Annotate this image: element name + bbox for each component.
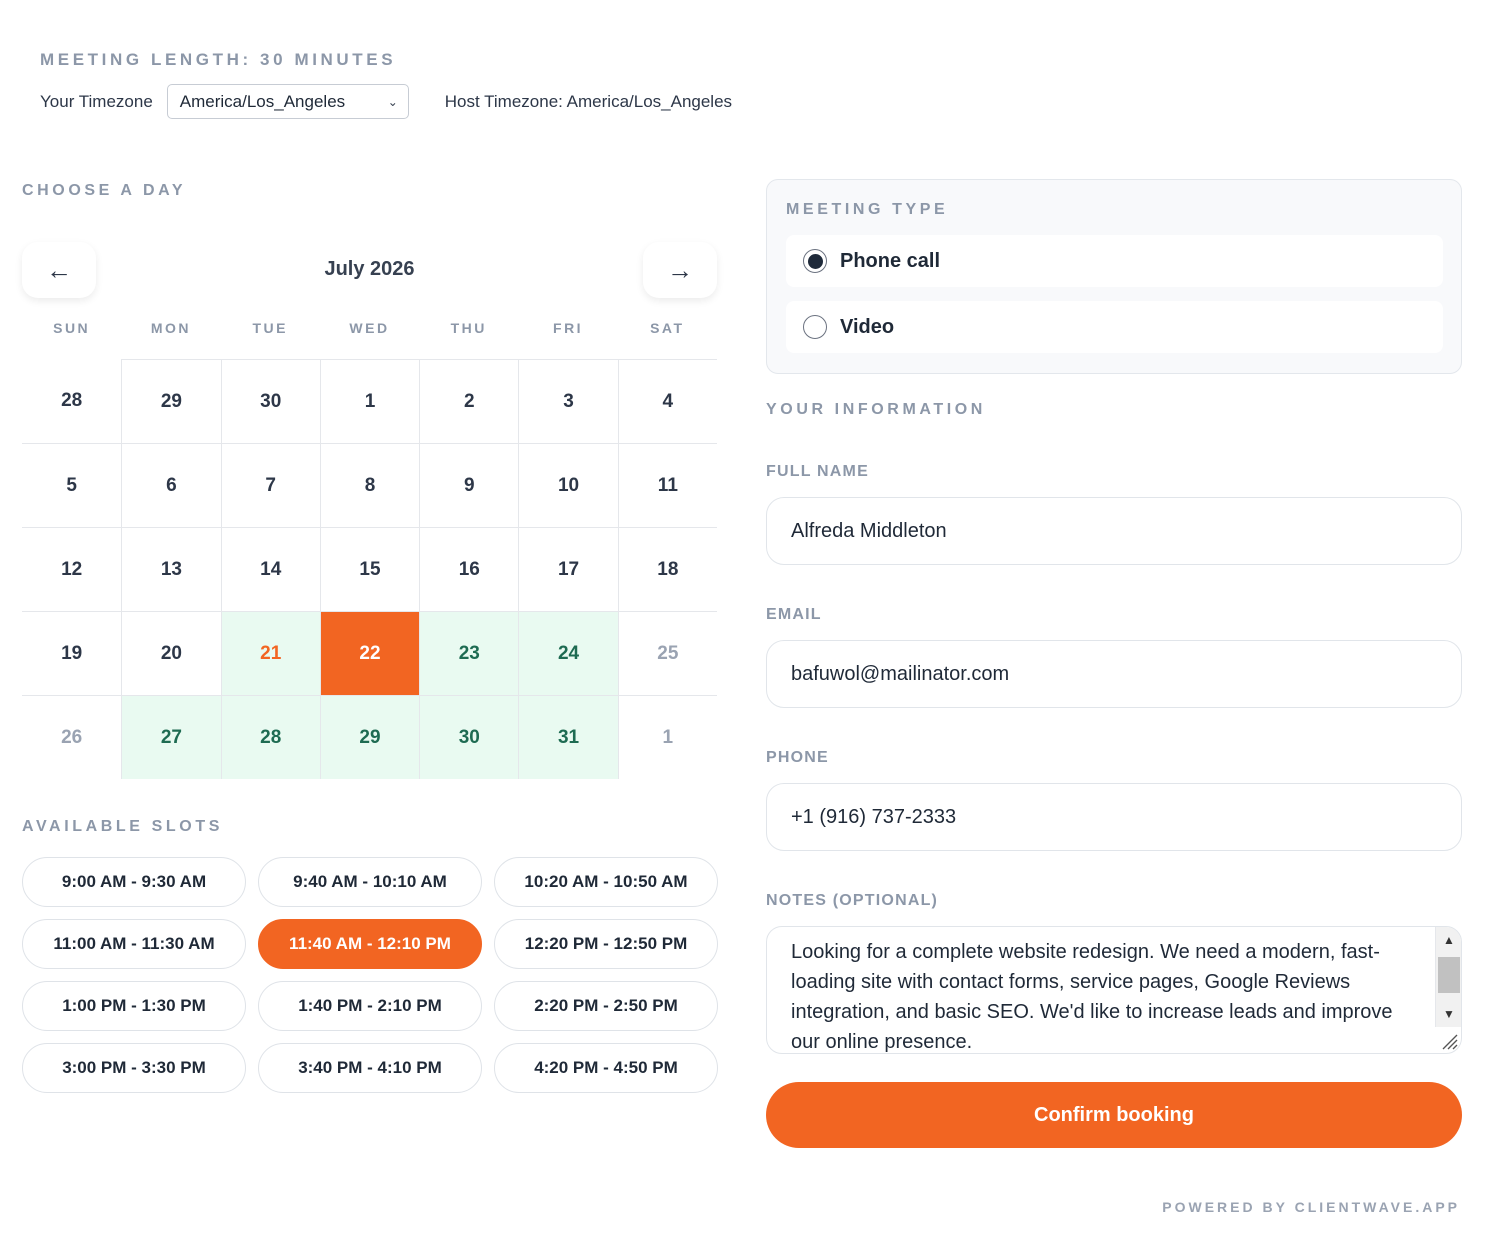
calendar-day[interactable]: 18: [617, 527, 717, 611]
calendar-day[interactable]: 13: [121, 527, 221, 611]
notes-scrollbar[interactable]: ▲ ▼: [1435, 927, 1461, 1027]
timezone-row: Your Timezone America/Los_Angeles ⌄ Host…: [40, 84, 732, 119]
meeting-type-heading: MEETING TYPE: [786, 201, 949, 218]
calendar-day[interactable]: 28: [220, 695, 320, 779]
calendar-day[interactable]: 30: [220, 359, 320, 443]
scroll-down-icon[interactable]: ▼: [1436, 1001, 1461, 1027]
meeting-length-label: MEETING LENGTH: 30 MINUTES: [40, 50, 397, 69]
calendar-day[interactable]: 28: [22, 359, 121, 443]
calendar-day[interactable]: 11: [617, 443, 717, 527]
calendar-day[interactable]: 24: [518, 611, 618, 695]
weekday-label: WED: [349, 320, 390, 336]
calendar-day: 25: [617, 611, 717, 695]
calendar-day[interactable]: 19: [22, 611, 122, 695]
meeting-type-option-label: Phone call: [840, 249, 941, 272]
meeting-type-option-phone[interactable]: Phone call: [786, 235, 1443, 287]
calendar-day[interactable]: 15: [319, 527, 420, 611]
calendar-day[interactable]: 31: [518, 695, 618, 779]
scrollbar-thumb[interactable]: [1438, 957, 1460, 993]
confirm-booking-button[interactable]: Confirm booking: [766, 1082, 1462, 1148]
host-timezone-label: Host Timezone: America/Los_Angeles: [444, 91, 733, 111]
calendar-day-selected[interactable]: 22: [319, 611, 420, 695]
calendar-day[interactable]: 8: [319, 443, 420, 527]
weekday-label: SAT: [650, 320, 685, 336]
arrow-right-icon: →: [667, 254, 693, 285]
calendar-day[interactable]: 27: [121, 695, 221, 779]
calendar-day[interactable]: 1: [319, 359, 420, 443]
time-slot[interactable]: 1:40 PM - 2:10 PM: [258, 981, 482, 1031]
timezone-select-value: America/Los_Angeles: [179, 91, 346, 111]
calendar-day[interactable]: 29: [319, 695, 420, 779]
calendar-day[interactable]: 23: [419, 611, 519, 695]
choose-day-heading: CHOOSE A DAY: [22, 182, 187, 199]
weekday-label: FRI: [553, 320, 584, 336]
calendar-day[interactable]: 5: [22, 443, 122, 527]
weekday-label: SUN: [53, 320, 91, 336]
time-slot[interactable]: 2:20 PM - 2:50 PM: [494, 981, 718, 1031]
radio-checked-icon[interactable]: [803, 249, 827, 273]
calendar-day[interactable]: 14: [220, 527, 320, 611]
weekday-label: THU: [450, 320, 487, 336]
calendar-day[interactable]: 16: [419, 527, 519, 611]
weekday-header: SUN MON TUE WED THU FRI SAT: [22, 320, 717, 336]
calendar-day[interactable]: 21: [220, 611, 320, 695]
notes-text: Looking for a complete website redesign.…: [791, 941, 1393, 1053]
full-name-input[interactable]: Alfreda Middleton: [766, 497, 1462, 565]
calendar-day[interactable]: 30: [419, 695, 519, 779]
calendar-day[interactable]: 3: [518, 359, 618, 443]
time-slot[interactable]: 1:00 PM - 1:30 PM: [22, 981, 246, 1031]
calendar-day[interactable]: 6: [121, 443, 221, 527]
radio-unchecked-icon[interactable]: [803, 315, 827, 339]
time-slot[interactable]: 4:20 PM - 4:50 PM: [494, 1043, 718, 1093]
time-slot[interactable]: 9:40 AM - 10:10 AM: [258, 857, 482, 907]
weekday-label: TUE: [252, 320, 288, 336]
scroll-up-icon[interactable]: ▲: [1436, 927, 1461, 953]
phone-input[interactable]: +1 (916) 737-2333: [766, 783, 1462, 851]
meeting-type-option-video[interactable]: Video: [786, 301, 1443, 353]
email-input[interactable]: bafuwol@mailinator.com: [766, 640, 1462, 708]
meeting-type-panel: MEETING TYPE Phone call Video: [766, 179, 1462, 374]
time-slot-selected[interactable]: 11:40 AM - 12:10 PM: [258, 919, 482, 969]
calendar-day[interactable]: 29: [121, 359, 221, 443]
time-slot[interactable]: 12:20 PM - 12:50 PM: [494, 919, 718, 969]
calendar-day[interactable]: 2: [419, 359, 519, 443]
powered-by-label: POWERED BY CLIENTWAVE.APP: [1162, 1199, 1460, 1215]
time-slot[interactable]: 11:00 AM - 11:30 AM: [22, 919, 246, 969]
phone-label: PHONE: [766, 749, 829, 766]
calendar-day[interactable]: 10: [518, 443, 618, 527]
weekday-label: MON: [150, 320, 191, 336]
calendar-day[interactable]: 4: [617, 359, 717, 443]
month-title: July 2026: [324, 258, 415, 280]
calendar-day[interactable]: 20: [121, 611, 221, 695]
next-month-button[interactable]: →: [643, 242, 717, 298]
calendar-grid: 28 29 30 1 2 3 4 5 6 7 8 9 10 11 12 13 14 15 16 17 18 19 20 21 2…: [22, 359, 717, 779]
meeting-type-option-label: Video: [840, 315, 895, 338]
chevron-down-icon: ⌄: [387, 94, 398, 109]
notes-label: NOTES (OPTIONAL): [766, 892, 939, 909]
your-timezone-label: Your Timezone: [40, 91, 153, 111]
timezone-select[interactable]: America/Los_Angeles ⌄: [166, 84, 409, 119]
calendar-day[interactable]: 17: [518, 527, 618, 611]
calendar-day: 26: [22, 695, 122, 779]
calendar-day[interactable]: 7: [220, 443, 320, 527]
time-slot[interactable]: 3:40 PM - 4:10 PM: [258, 1043, 482, 1093]
email-label: EMAIL: [766, 606, 822, 623]
calendar-day: 1: [617, 695, 717, 779]
slot-list: 9:00 AM - 9:30 AM 9:40 AM - 10:10 AM 10:20…: [22, 857, 718, 1093]
time-slot[interactable]: 3:00 PM - 3:30 PM: [22, 1043, 246, 1093]
calendar-day[interactable]: 12: [22, 527, 122, 611]
calendar-day[interactable]: 9: [419, 443, 519, 527]
full-name-label: FULL NAME: [766, 463, 869, 480]
time-slot[interactable]: 9:00 AM - 9:30 AM: [22, 857, 246, 907]
time-slot[interactable]: 10:20 AM - 10:50 AM: [494, 857, 718, 907]
notes-textarea[interactable]: Looking for a complete website redesign.…: [766, 926, 1462, 1054]
resize-grip-icon[interactable]: [1439, 1031, 1459, 1051]
available-slots-heading: AVAILABLE SLOTS: [22, 818, 223, 835]
your-information-heading: YOUR INFORMATION: [766, 401, 986, 418]
